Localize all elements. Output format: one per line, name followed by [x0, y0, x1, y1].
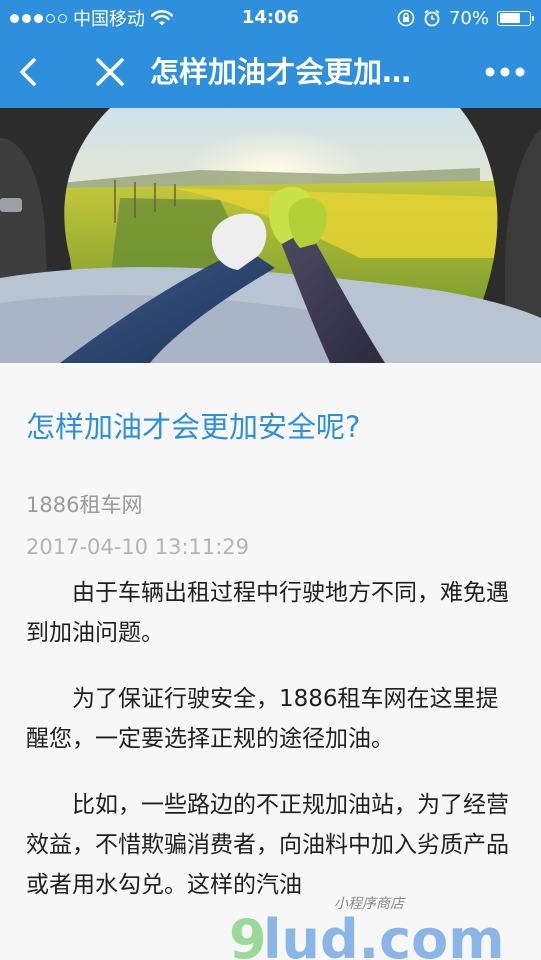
rotation-lock-icon: [397, 9, 415, 27]
page-title: 怎样加油才会更加…: [150, 55, 412, 89]
article: 怎样加油才会更加安全呢? 1886租车网 2017-04-10 13:11:29…: [26, 363, 518, 905]
more-button[interactable]: [483, 54, 527, 90]
hero-image: [0, 108, 541, 363]
battery-percent: 70%: [448, 7, 489, 29]
close-icon: [96, 58, 124, 86]
watermark-brand-blue: lud.com: [263, 908, 505, 960]
more-dots-icon: [485, 67, 525, 77]
close-button[interactable]: [92, 54, 128, 90]
battery-icon: [497, 10, 534, 26]
status-bar: 中国移动 14:06 70%: [0, 0, 541, 36]
article-paragraph: 由于车辆出租过程中行驶地方不同，难免遇到加油问题。: [26, 580, 509, 646]
nav-bar: 怎样加油才会更加…: [0, 36, 541, 108]
article-source: 1886租车网: [26, 493, 143, 517]
watermark-logo: 小程序商店 9 lud.com: [229, 896, 505, 960]
watermark-brand-green: 9: [229, 908, 267, 960]
alarm-icon: [424, 9, 440, 27]
article-title: 怎样加油才会更加安全呢?: [26, 410, 361, 444]
article-paragraph: 为了保证行驶安全，1886租车网在这里提醒您，一定要选择正规的途径加油。: [26, 686, 499, 752]
hero-illustration: [0, 108, 541, 363]
chevron-left-icon: [20, 58, 36, 86]
back-button[interactable]: [12, 54, 48, 90]
status-right: 70%: [397, 0, 534, 36]
battery-fill: [499, 13, 520, 23]
article-date: 2017-04-10 13:11:29: [26, 535, 250, 559]
